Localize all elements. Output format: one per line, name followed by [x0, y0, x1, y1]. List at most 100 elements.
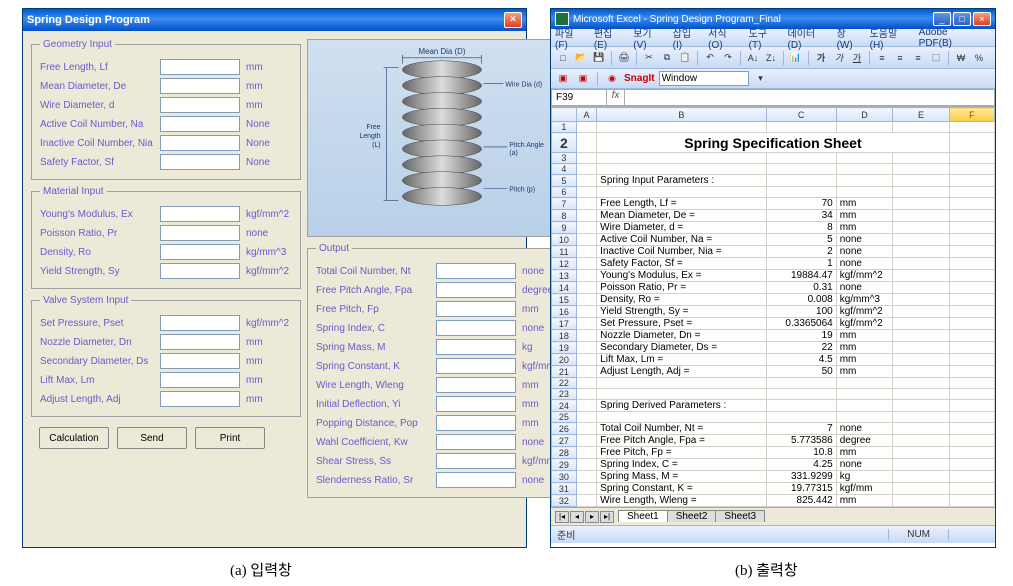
redo-icon[interactable]: ↷: [720, 50, 736, 66]
cell[interactable]: [893, 187, 949, 198]
cell[interactable]: [597, 122, 766, 133]
column-header[interactable]: E: [893, 108, 949, 122]
fx-icon[interactable]: fx: [607, 89, 625, 106]
material-field-input[interactable]: [160, 244, 240, 260]
output-field-input[interactable]: [436, 301, 516, 317]
pdf-icon-2[interactable]: ▣: [575, 71, 591, 87]
cell[interactable]: 100: [766, 306, 836, 318]
cell[interactable]: [893, 246, 949, 258]
output-field-input[interactable]: [436, 339, 516, 355]
cell[interactable]: [949, 366, 994, 378]
geometry-field-input[interactable]: [160, 154, 240, 170]
cell[interactable]: 1: [766, 258, 836, 270]
output-field-input[interactable]: [436, 472, 516, 488]
cell[interactable]: [893, 507, 949, 508]
name-box[interactable]: [551, 89, 607, 106]
column-header[interactable]: C: [766, 108, 836, 122]
row-header[interactable]: 20: [552, 354, 577, 366]
cell[interactable]: [893, 330, 949, 342]
save-icon[interactable]: 💾: [591, 50, 607, 66]
cell[interactable]: [949, 378, 994, 389]
cell[interactable]: [576, 330, 596, 342]
cell[interactable]: [893, 164, 949, 175]
undo-icon[interactable]: ↶: [702, 50, 718, 66]
cell[interactable]: [893, 270, 949, 282]
row-header[interactable]: 31: [552, 483, 577, 495]
menu-item[interactable]: 도구(T): [749, 25, 780, 51]
valve-field-input[interactable]: [160, 334, 240, 350]
cell[interactable]: Safety Factor, Sf =: [597, 258, 766, 270]
cell[interactable]: [949, 133, 994, 153]
menu-item[interactable]: Adobe PDF(B): [919, 27, 983, 49]
bold-icon[interactable]: 가: [813, 50, 829, 66]
window-combo[interactable]: [659, 71, 749, 86]
column-header[interactable]: B: [597, 108, 766, 122]
valve-field-input[interactable]: [160, 372, 240, 388]
menu-item[interactable]: 창(W): [837, 25, 862, 51]
cell[interactable]: [597, 164, 766, 175]
cell[interactable]: [949, 282, 994, 294]
cell[interactable]: [576, 222, 596, 234]
cut-icon[interactable]: ✂: [641, 50, 657, 66]
output-field-input[interactable]: [436, 358, 516, 374]
geometry-field-input[interactable]: [160, 97, 240, 113]
row-header[interactable]: 28: [552, 447, 577, 459]
row-header[interactable]: 19: [552, 342, 577, 354]
row-header[interactable]: 6: [552, 187, 577, 198]
cell[interactable]: Yield Strength, Sy =: [597, 306, 766, 318]
cell[interactable]: mm: [836, 342, 893, 354]
cell[interactable]: 5: [766, 234, 836, 246]
cell[interactable]: Free Pitch Angle, Fpa =: [597, 435, 766, 447]
geometry-field-input[interactable]: [160, 116, 240, 132]
currency-icon[interactable]: ₩: [953, 50, 969, 66]
cell[interactable]: [836, 175, 893, 187]
cell[interactable]: [836, 389, 893, 400]
cell[interactable]: [766, 187, 836, 198]
cell[interactable]: Spring Derived Parameters :: [597, 400, 766, 412]
cell[interactable]: [576, 164, 596, 175]
cell[interactable]: [766, 412, 836, 423]
cell[interactable]: none: [836, 423, 893, 435]
row-header[interactable]: 17: [552, 318, 577, 330]
cell[interactable]: [576, 389, 596, 400]
cell[interactable]: [893, 471, 949, 483]
cell[interactable]: [949, 234, 994, 246]
row-header[interactable]: 9: [552, 222, 577, 234]
cell[interactable]: [576, 318, 596, 330]
row-header[interactable]: 27: [552, 435, 577, 447]
cell[interactable]: [766, 400, 836, 412]
cell[interactable]: 0.008: [766, 294, 836, 306]
paste-icon[interactable]: 📋: [677, 50, 693, 66]
cell[interactable]: degree: [836, 435, 893, 447]
row-header[interactable]: 10: [552, 234, 577, 246]
cell[interactable]: [576, 258, 596, 270]
row-header[interactable]: 18: [552, 330, 577, 342]
row-header[interactable]: 15: [552, 294, 577, 306]
cell[interactable]: [766, 153, 836, 164]
cell[interactable]: mm: [836, 366, 893, 378]
cell[interactable]: 8: [766, 222, 836, 234]
cell[interactable]: [893, 258, 949, 270]
row-header[interactable]: 12: [552, 258, 577, 270]
row-header[interactable]: 14: [552, 282, 577, 294]
cell[interactable]: Total Coil Number, Nt =: [597, 423, 766, 435]
cell[interactable]: 2: [766, 246, 836, 258]
sheet-tab[interactable]: Sheet3: [715, 510, 765, 522]
row-header[interactable]: 16: [552, 306, 577, 318]
cell[interactable]: [893, 282, 949, 294]
cell[interactable]: [949, 258, 994, 270]
cell[interactable]: [893, 222, 949, 234]
valve-field-input[interactable]: [160, 391, 240, 407]
row-header[interactable]: 5: [552, 175, 577, 187]
cell[interactable]: [836, 153, 893, 164]
cell[interactable]: Mean Diameter, De =: [597, 210, 766, 222]
cell[interactable]: [597, 389, 766, 400]
cell[interactable]: [836, 164, 893, 175]
cell[interactable]: [766, 378, 836, 389]
cell[interactable]: [576, 400, 596, 412]
geometry-field-input[interactable]: [160, 78, 240, 94]
row-header[interactable]: 26: [552, 423, 577, 435]
cell[interactable]: [576, 495, 596, 507]
output-field-input[interactable]: [436, 377, 516, 393]
cell[interactable]: [576, 187, 596, 198]
